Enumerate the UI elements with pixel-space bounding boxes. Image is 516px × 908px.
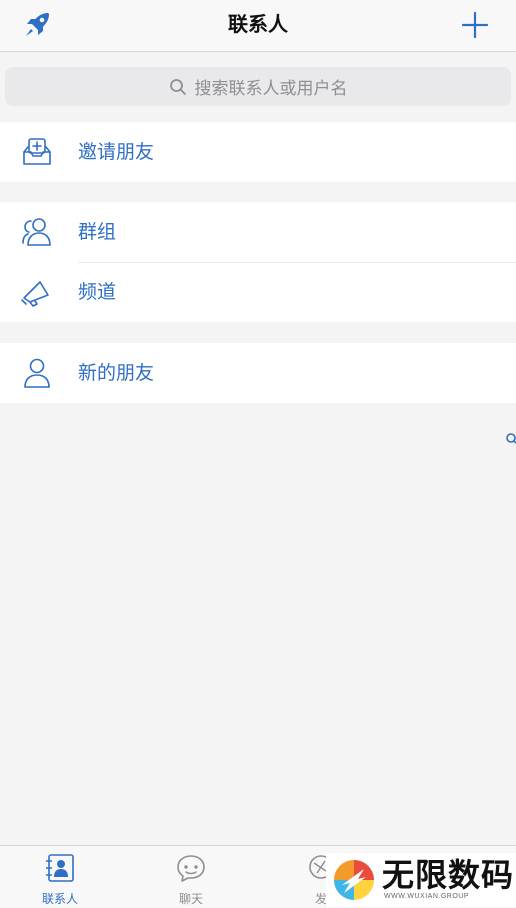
search-icon — [169, 78, 186, 95]
add-contact-button[interactable] — [460, 10, 490, 40]
section-index-search-icon[interactable] — [505, 432, 516, 445]
new-friends-label: 新的朋友 — [78, 362, 155, 384]
groups-channels-section: 群组 频道 — [0, 202, 516, 322]
megaphone-icon — [21, 281, 49, 307]
groups-label: 群组 — [78, 221, 117, 243]
rocket-icon[interactable] — [22, 10, 54, 40]
watermark: 无限数码 WWW.WUXIAN.GROUP — [326, 853, 516, 907]
list-item-channels[interactable]: 频道 — [0, 262, 516, 322]
list-item-invite-friends[interactable]: 邀请朋友 — [0, 122, 516, 182]
tab-contacts[interactable]: 联系人 — [15, 846, 105, 908]
list-item-groups[interactable]: 群组 — [0, 202, 516, 262]
chat-bubble-icon — [177, 855, 205, 882]
invite-section: 邀请朋友 — [0, 122, 516, 182]
top-nav-bar: 联系人 — [0, 0, 516, 52]
contacts-icon — [46, 854, 74, 882]
group-icon — [22, 218, 51, 246]
watermark-subtitle: WWW.WUXIAN.GROUP — [384, 893, 469, 900]
invite-inbox-icon — [23, 138, 51, 165]
invite-friends-label: 邀请朋友 — [78, 141, 155, 163]
search-input[interactable]: 搜索联系人或用户名 — [195, 74, 348, 99]
list-item-new-friends[interactable]: 新的朋友 — [0, 343, 516, 403]
plus-icon — [461, 11, 489, 39]
tab-chats[interactable]: 聊天 — [146, 846, 236, 908]
channels-label: 频道 — [78, 281, 117, 303]
watermark-logo-icon — [334, 860, 374, 900]
search-bar[interactable]: 搜索联系人或用户名 — [5, 67, 511, 106]
watermark-title: 无限数码 — [382, 856, 515, 894]
tab-chats-label: 聊天 — [178, 892, 203, 906]
new-friends-section: 新的朋友 — [0, 343, 516, 403]
tab-contacts-label: 联系人 — [41, 892, 78, 906]
page-title: 联系人 — [228, 12, 288, 36]
person-icon — [24, 358, 50, 388]
